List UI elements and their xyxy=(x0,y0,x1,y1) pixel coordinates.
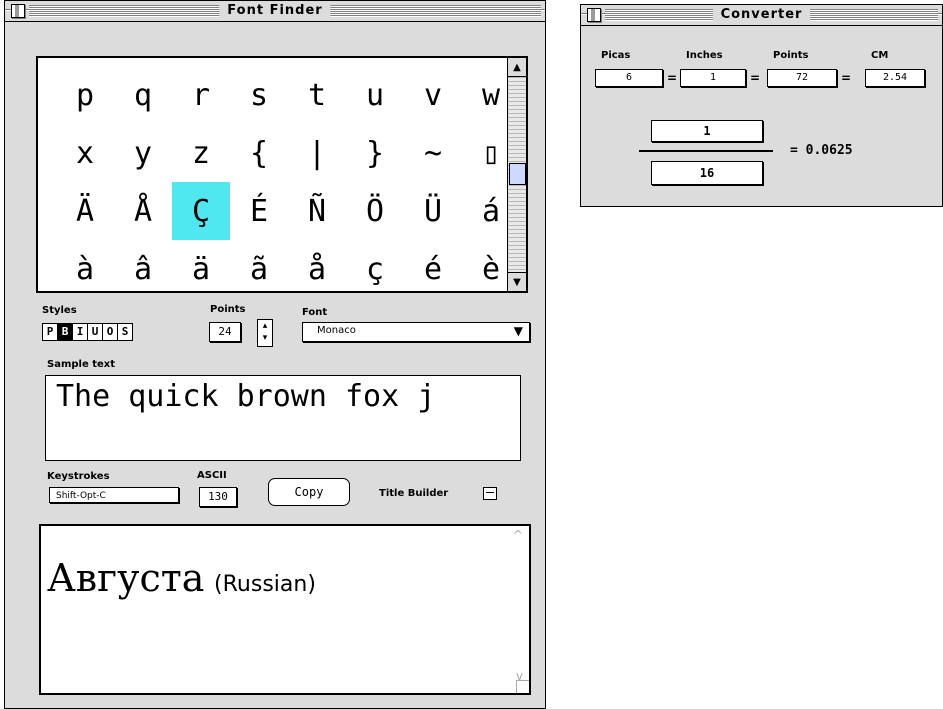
unit-value-field[interactable]: 72 xyxy=(767,69,837,87)
resize-grip-icon[interactable] xyxy=(516,680,529,693)
char-cell[interactable]: ä xyxy=(172,240,230,298)
equals-sign: = xyxy=(750,71,761,85)
window-title: Font Finder xyxy=(219,2,331,20)
unit-value-field[interactable]: 6 xyxy=(595,69,663,87)
converter-window-title: Converter xyxy=(712,6,811,24)
char-cell[interactable]: z xyxy=(172,124,230,182)
scroll-thumb[interactable] xyxy=(509,163,526,185)
chevron-down-icon: ▼ xyxy=(513,324,523,338)
unit-header: Points xyxy=(773,50,809,61)
converter-window: Converter Picas 6 = Inches 1 = Points 72 = CM 2.54… xyxy=(580,4,943,207)
char-cell[interactable]: Ñ xyxy=(288,182,346,240)
char-cell[interactable]: Ö xyxy=(346,182,404,240)
equals-sign: = xyxy=(667,71,678,85)
styles-label: Styles xyxy=(42,305,77,316)
unit-header: Inches xyxy=(686,50,723,61)
char-cell[interactable]: Ä xyxy=(56,182,114,240)
char-cell[interactable]: } xyxy=(346,124,404,182)
font-popup[interactable]: Monaco ▼ xyxy=(302,322,530,342)
preview-panel: Августа (Russian) ^ v xyxy=(39,524,531,695)
ascii-label: ASCII xyxy=(197,470,227,481)
char-cell[interactable]: à xyxy=(56,240,114,298)
style-button[interactable]: I xyxy=(72,323,88,341)
character-grid[interactable]: p q r s t u v w x y z{|} ~ ▯ Ä Å Ç É Ñ Ö Üá à â ä ã å ç é è xyxy=(56,66,520,298)
converter-close-box[interactable] xyxy=(587,8,601,22)
sample-text-label: Sample text xyxy=(47,359,116,370)
style-button[interactable]: P xyxy=(42,323,58,341)
char-cell[interactable]: ã xyxy=(230,240,288,298)
grid-scrollbar[interactable]: ▲ ▼ xyxy=(507,58,526,291)
converter-title-bar[interactable]: Converter xyxy=(581,5,942,26)
char-cell[interactable]: q xyxy=(114,66,172,124)
char-cell[interactable]: å xyxy=(288,240,346,298)
char-cell[interactable]: y xyxy=(114,124,172,182)
fraction-result: = 0.0625 xyxy=(790,143,853,158)
points-stepper[interactable]: ▴ ▾ xyxy=(257,319,273,347)
char-cell[interactable]: x xyxy=(56,124,114,182)
char-cell[interactable]: Ç xyxy=(172,182,230,240)
char-cell[interactable]: t xyxy=(288,66,346,124)
keystrokes-field[interactable]: Shift-Opt-C xyxy=(49,487,179,503)
numerator-field[interactable]: 1 xyxy=(651,120,763,142)
ascii-field[interactable]: 130 xyxy=(199,487,237,507)
title-builder-icon[interactable] xyxy=(483,487,497,500)
char-cell[interactable]: É xyxy=(230,182,288,240)
char-cell[interactable]: | xyxy=(288,124,346,182)
char-cell[interactable]: Ü xyxy=(404,182,462,240)
style-button[interactable]: B xyxy=(57,323,73,341)
style-buttons: PBIUOS xyxy=(42,320,133,341)
title-builder-label: Title Builder xyxy=(379,488,449,499)
points-label: Points xyxy=(210,304,246,315)
preview-russian-text: Августа xyxy=(47,556,205,600)
character-grid-panel: p q r s t u v w x y z{|} ~ ▯ Ä Å Ç É Ñ Ö Üá à â ä ã å ç é è ▲ ▼ xyxy=(36,56,528,293)
preview-language-note: (Russian) xyxy=(214,572,316,597)
char-cell[interactable]: s xyxy=(230,66,288,124)
preview-scroll-up-icon[interactable]: ^ xyxy=(513,528,523,542)
title-bar[interactable]: Font Finder xyxy=(5,1,545,22)
close-box[interactable] xyxy=(11,4,25,18)
unit-header: Picas xyxy=(601,50,631,61)
equals-sign: = xyxy=(841,71,852,85)
fraction-bar xyxy=(639,150,773,152)
font-label: Font xyxy=(302,307,328,318)
points-field[interactable]: 24 xyxy=(209,322,241,342)
char-cell[interactable]: ç xyxy=(346,240,404,298)
style-button[interactable]: O xyxy=(102,323,118,341)
char-cell[interactable]: v xyxy=(404,66,462,124)
font-popup-value: Monaco xyxy=(317,325,356,336)
copy-button[interactable]: Copy xyxy=(268,478,350,506)
char-cell[interactable]: r xyxy=(172,66,230,124)
unit-value-field[interactable]: 1 xyxy=(680,69,746,87)
char-cell[interactable]: é xyxy=(404,240,462,298)
char-cell[interactable]: { xyxy=(230,124,288,182)
unit-header: CM xyxy=(871,50,889,61)
sample-text-field[interactable]: The quick brown fox j xyxy=(45,375,521,461)
char-cell[interactable]: ~ xyxy=(404,124,462,182)
denominator-field[interactable]: 16 xyxy=(651,161,763,185)
char-cell[interactable]: Å xyxy=(114,182,172,240)
keystrokes-label: Keystrokes xyxy=(47,471,110,482)
scroll-up-arrow-icon[interactable]: ▲ xyxy=(508,58,526,77)
scroll-down-arrow-icon[interactable]: ▼ xyxy=(508,272,526,291)
sample-text-value: The quick brown fox j xyxy=(56,379,436,414)
font-finder-window: Font Finder p q r s t u v w x y z{|} ~ ▯ Ä Å Ç É Ñ Ö Üá à â ä ã… xyxy=(4,0,546,709)
style-button[interactable]: U xyxy=(87,323,103,341)
style-button[interactable]: S xyxy=(117,323,133,341)
char-cell[interactable]: â xyxy=(114,240,172,298)
unit-value-field[interactable]: 2.54 xyxy=(865,69,925,87)
char-cell[interactable]: p xyxy=(56,66,114,124)
char-cell[interactable]: u xyxy=(346,66,404,124)
